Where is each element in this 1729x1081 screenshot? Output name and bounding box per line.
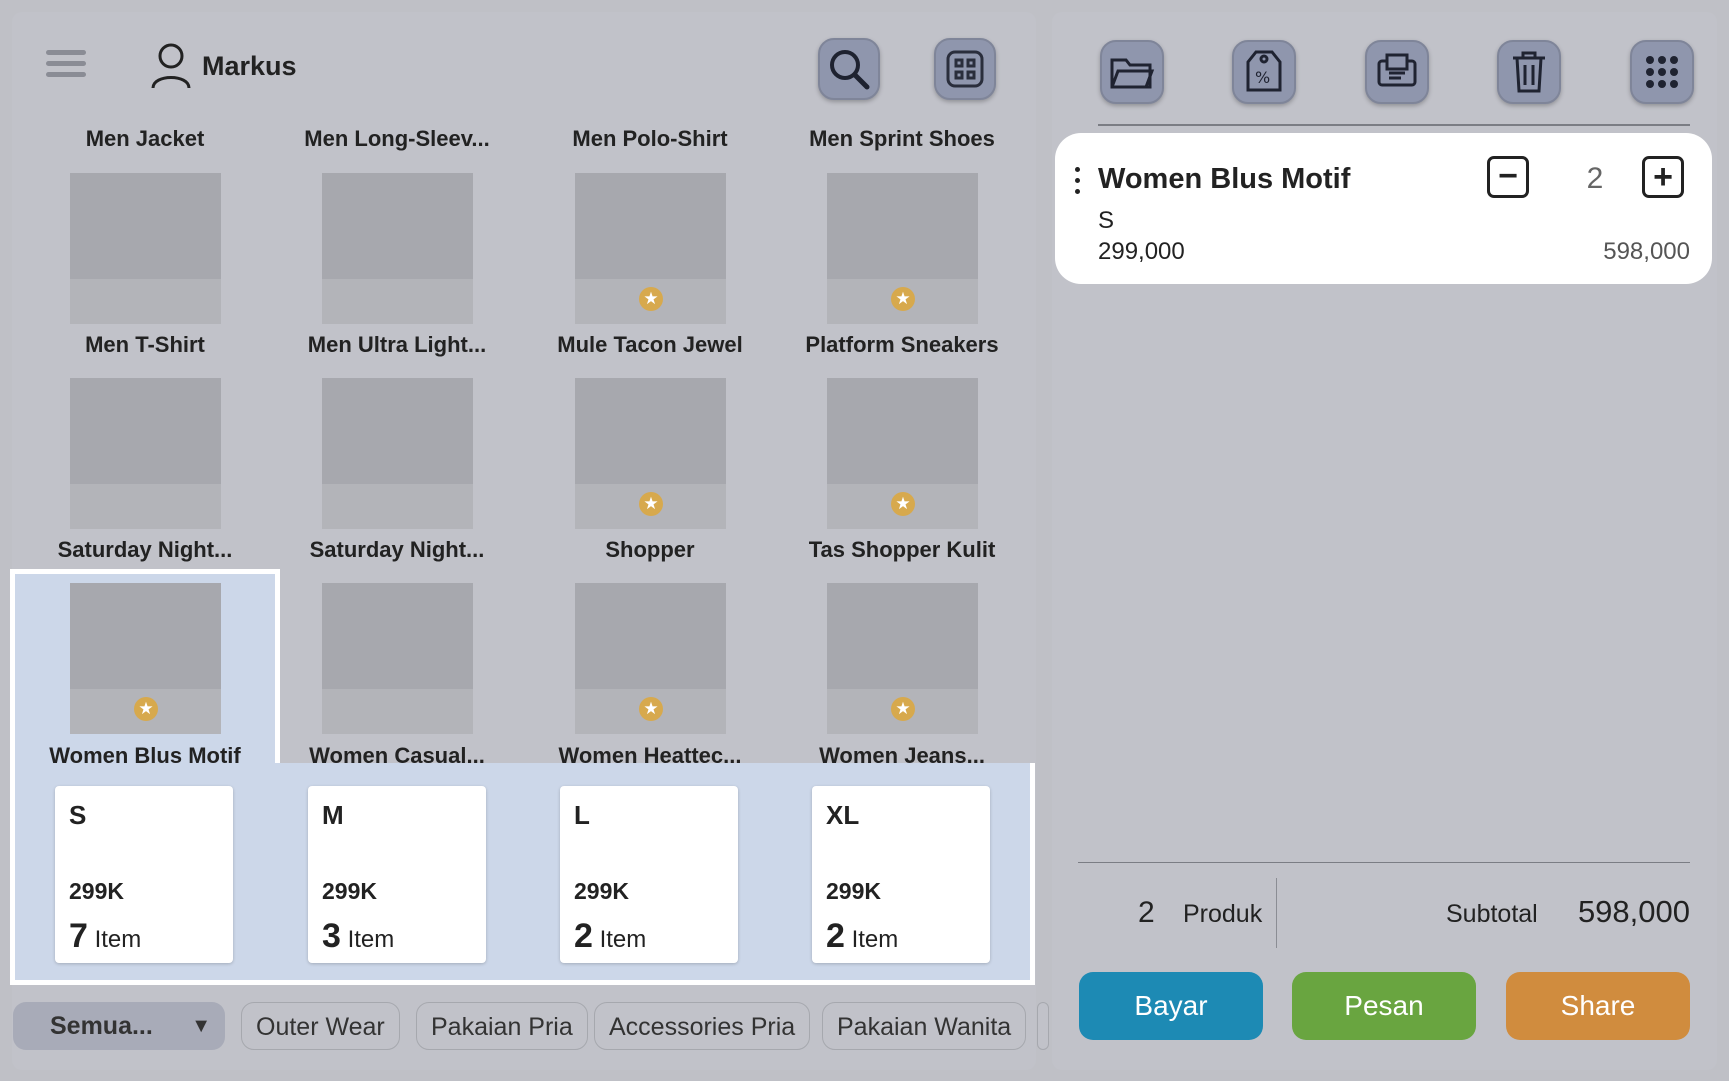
product-name: Saturday Night... bbox=[309, 537, 485, 562]
product-name: Women Casual... bbox=[309, 743, 485, 768]
size-option-s[interactable]: S 299K 7 Item bbox=[55, 786, 233, 963]
size-name: XL bbox=[826, 800, 860, 830]
size-price: 299K bbox=[574, 878, 629, 904]
cart-item-variant: S bbox=[1098, 207, 1115, 234]
user-name: Markus bbox=[202, 50, 297, 81]
product-image: ★ bbox=[575, 583, 726, 734]
svg-text:%: % bbox=[1255, 68, 1270, 87]
size-option-m[interactable]: M 299K 3 Item bbox=[308, 786, 486, 963]
search-icon bbox=[830, 50, 870, 90]
size-stock: 3 Item bbox=[322, 917, 395, 955]
product-name: Men Polo-Shirt bbox=[572, 126, 728, 151]
star-icon: ★ bbox=[639, 287, 663, 311]
more-dots-icon bbox=[1646, 56, 1678, 88]
size-option-xl[interactable]: XL 299K 2 Item bbox=[812, 786, 990, 963]
drag-handle-icon[interactable] bbox=[1075, 167, 1081, 194]
star-icon: ★ bbox=[134, 697, 158, 721]
product-name: Men Ultra Light... bbox=[307, 332, 487, 357]
product-image: ★ bbox=[827, 173, 978, 324]
summary-product-label: Produk bbox=[1183, 900, 1263, 928]
user-profile[interactable]: Markus bbox=[150, 42, 297, 90]
folder-icon bbox=[1110, 58, 1155, 89]
product-name: Men Sprint Shoes bbox=[809, 126, 995, 151]
star-icon: ★ bbox=[891, 697, 915, 721]
product-name: Women Heattec... bbox=[558, 743, 742, 768]
product-image: ★ bbox=[827, 583, 978, 734]
pay-button[interactable]: Bayar bbox=[1079, 972, 1263, 1040]
product-name: Men T-Shirt bbox=[85, 332, 205, 357]
order-button[interactable]: Pesan bbox=[1292, 972, 1476, 1040]
more-options-button[interactable] bbox=[1630, 40, 1694, 104]
product-image bbox=[70, 378, 221, 529]
cart-item-line-total: 598,000 bbox=[1603, 238, 1690, 265]
summary-separator bbox=[1276, 878, 1277, 948]
star-icon: ★ bbox=[639, 697, 663, 721]
product-name: Women Jeans... bbox=[819, 743, 985, 768]
star-icon: ★ bbox=[891, 287, 915, 311]
trash-icon bbox=[1513, 51, 1545, 93]
product-image: ★ bbox=[70, 583, 221, 734]
size-price: 299K bbox=[322, 878, 377, 904]
search-button[interactable] bbox=[818, 38, 880, 100]
category-chip[interactable]: Pakaian Wanita bbox=[822, 1002, 1027, 1050]
product-name: Mule Tacon Jewel bbox=[557, 332, 743, 357]
toolbar-divider bbox=[1098, 124, 1690, 126]
product-image: ★ bbox=[827, 378, 978, 529]
category-selected: Semua... bbox=[50, 1012, 153, 1040]
product-name: Tas Shopper Kulit bbox=[808, 537, 996, 562]
grid-icon bbox=[946, 50, 984, 88]
product-name: Saturday Night... bbox=[57, 537, 233, 562]
product-image bbox=[322, 583, 473, 734]
size-stock: 2 Item bbox=[574, 917, 647, 955]
product-image bbox=[322, 173, 473, 324]
product-image: ★ bbox=[575, 378, 726, 529]
category-chip[interactable]: Accessories Pria bbox=[594, 1002, 811, 1050]
category-chip[interactable]: Outer Wear bbox=[241, 1002, 400, 1050]
folder-button[interactable] bbox=[1100, 40, 1164, 104]
size-stock: 2 Item bbox=[826, 917, 899, 955]
size-name: L bbox=[574, 800, 590, 830]
category-dropdown[interactable]: Semua... ▼ bbox=[13, 1002, 225, 1050]
cart-item-name: Women Blus Motif bbox=[1098, 163, 1351, 195]
delete-button[interactable] bbox=[1497, 40, 1561, 104]
product-name: Men Long-Sleev... bbox=[304, 126, 490, 151]
decrease-quantity-button[interactable]: − bbox=[1487, 156, 1529, 198]
star-icon: ★ bbox=[639, 492, 663, 516]
size-stock: 7 Item bbox=[69, 917, 142, 955]
product-name: Shopper bbox=[605, 537, 695, 562]
chevron-down-icon: ▼ bbox=[191, 1015, 211, 1037]
product-image bbox=[322, 378, 473, 529]
receipt-button[interactable] bbox=[1365, 40, 1429, 104]
cart-item-unit-price: 299,000 bbox=[1098, 238, 1185, 265]
summary-product-count: 2 bbox=[1138, 896, 1155, 929]
share-button[interactable]: Share bbox=[1506, 972, 1690, 1040]
discount-button[interactable]: % bbox=[1232, 40, 1296, 104]
size-name: M bbox=[322, 800, 344, 830]
discount-tag-icon: % bbox=[1246, 50, 1282, 92]
receipt-icon bbox=[1377, 53, 1417, 87]
subtotal-value: 598,000 bbox=[1577, 894, 1690, 929]
product-name: Men Jacket bbox=[85, 126, 205, 151]
product-name: Women Blus Motif bbox=[49, 743, 241, 768]
star-icon: ★ bbox=[891, 492, 915, 516]
user-icon bbox=[151, 43, 191, 89]
size-name: S bbox=[69, 800, 87, 830]
size-price: 299K bbox=[69, 878, 124, 904]
size-price: 299K bbox=[826, 878, 881, 904]
grid-view-button[interactable] bbox=[934, 38, 996, 100]
summary-divider bbox=[1078, 862, 1690, 863]
category-chip[interactable]: Pakaian Pria bbox=[416, 1002, 588, 1050]
size-option-l[interactable]: L 299K 2 Item bbox=[560, 786, 738, 963]
cart-item[interactable]: Women Blus Motif S 299,000 − 2 + 598,000 bbox=[1055, 133, 1712, 284]
product-image: ★ bbox=[575, 173, 726, 324]
cart-item-quantity: 2 bbox=[1586, 162, 1604, 195]
menu-icon[interactable] bbox=[46, 44, 86, 84]
product-image bbox=[70, 173, 221, 324]
subtotal-label: Subtotal bbox=[1446, 900, 1538, 928]
category-chip-partial[interactable] bbox=[1037, 1002, 1049, 1050]
product-name: Platform Sneakers bbox=[805, 332, 999, 357]
increase-quantity-button[interactable]: + bbox=[1642, 156, 1684, 198]
